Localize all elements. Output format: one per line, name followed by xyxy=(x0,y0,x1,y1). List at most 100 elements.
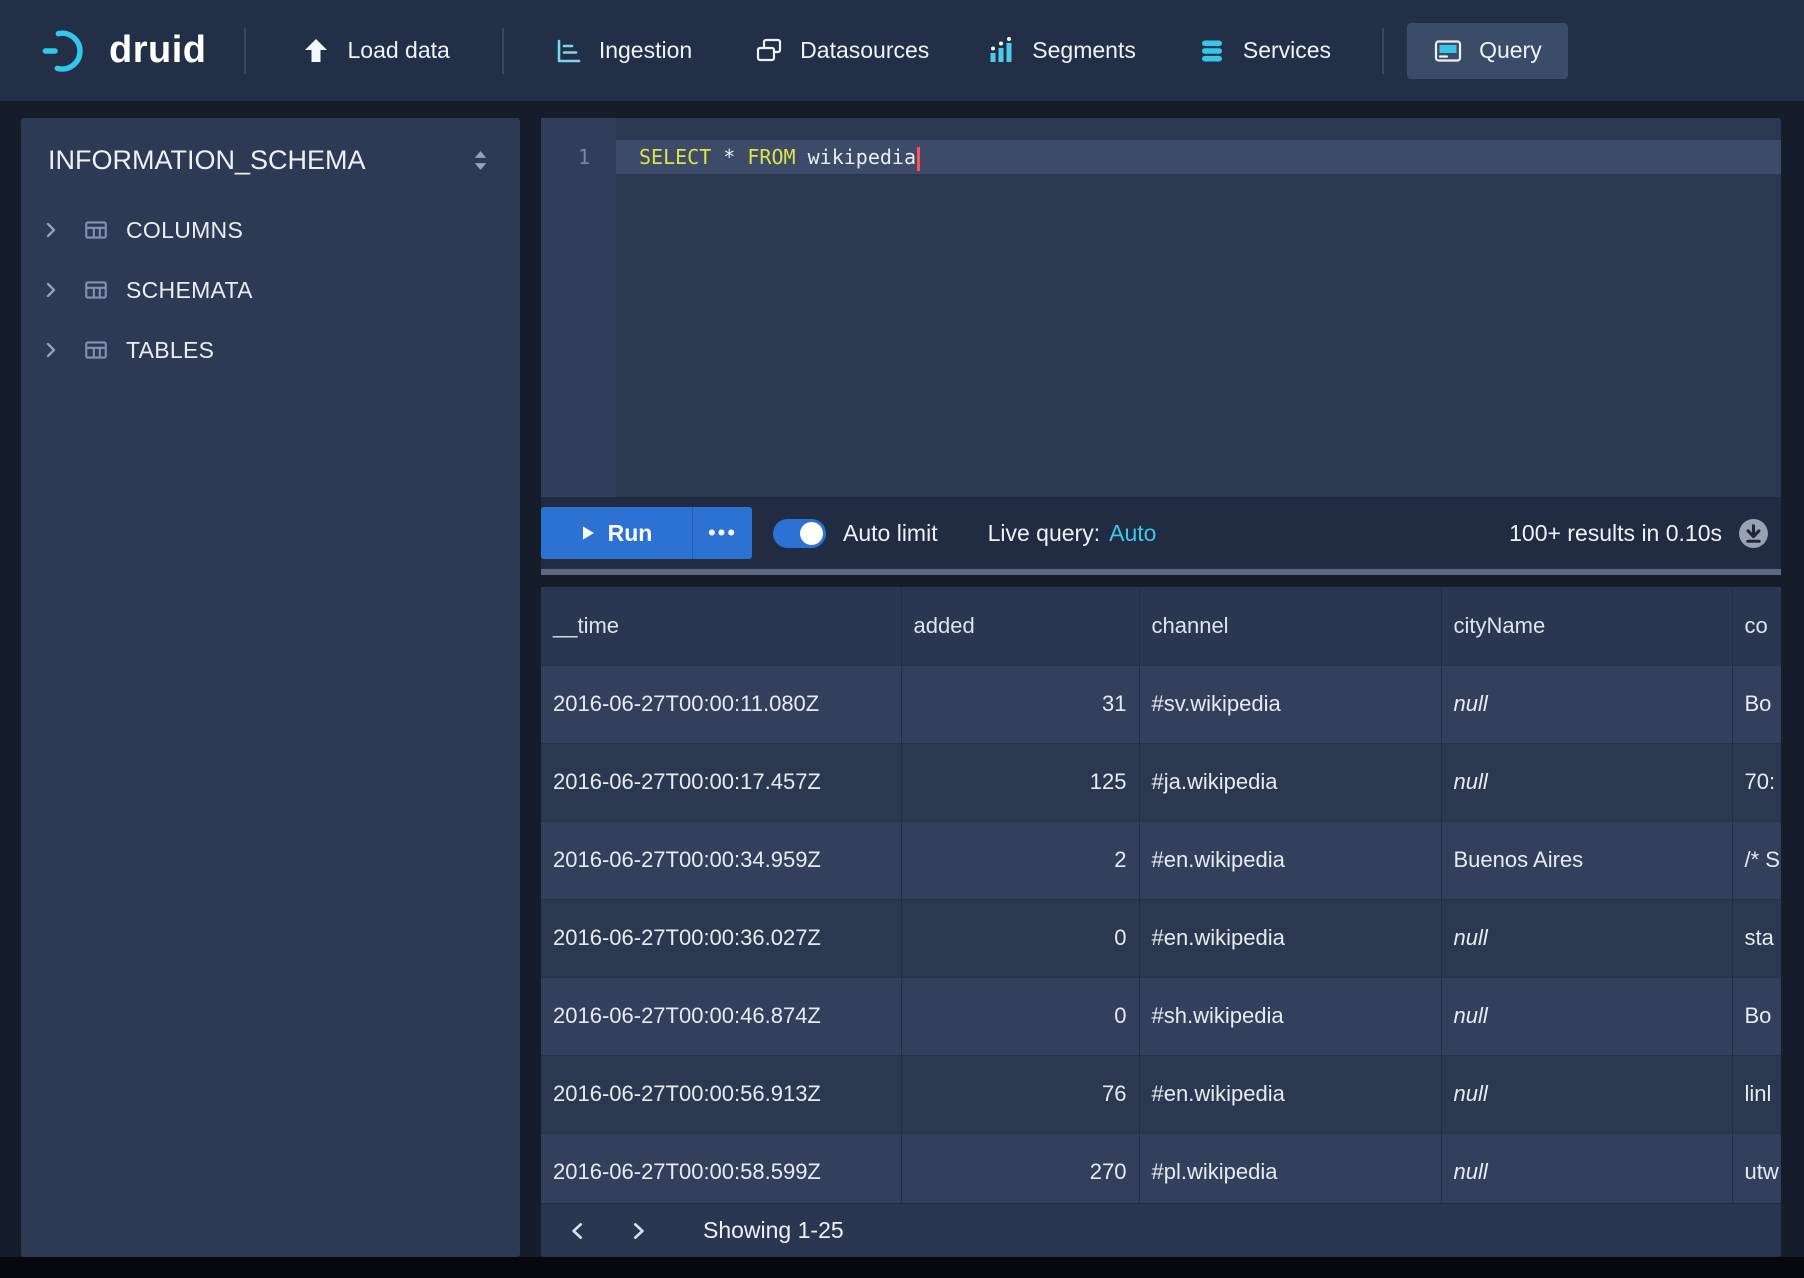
load-data-icon xyxy=(301,36,331,66)
run-label: Run xyxy=(608,520,653,547)
table-row[interactable]: 2016-06-27T00:00:46.874Z0#sh.wikipedianu… xyxy=(541,977,1781,1055)
table-cell: 0 xyxy=(901,899,1139,977)
schema-selector[interactable]: INFORMATION_SCHEMA xyxy=(21,118,520,200)
nav-item-segments[interactable]: Segments xyxy=(986,36,1136,66)
table-row[interactable]: 2016-06-27T00:00:11.080Z31#sv.wikipedian… xyxy=(541,665,1781,743)
results-table-body: 2016-06-27T00:00:11.080Z31#sv.wikipedian… xyxy=(541,665,1781,1203)
query-toolbar: Run ••• Auto limit Live query: Auto 100+ … xyxy=(541,497,1781,569)
sidebar-item-schemata[interactable]: SCHEMATA xyxy=(21,260,520,320)
table-cell: 0 xyxy=(901,977,1139,1055)
table-cell: sta xyxy=(1732,899,1781,977)
sidebar-item-tables[interactable]: TABLES xyxy=(21,320,520,380)
schema-tree: COLUMNS SCHEMATA xyxy=(21,200,520,380)
nav-item-label: Datasources xyxy=(800,37,929,64)
code-area[interactable]: SELECT * FROM wikipedia xyxy=(616,118,1781,497)
run-button[interactable]: Run xyxy=(541,507,692,559)
druid-logo[interactable]: druid xyxy=(41,25,206,77)
prev-page-button[interactable] xyxy=(563,1216,593,1246)
results-table: __timeaddedchannelcityNameco 2016-06-27T… xyxy=(541,587,1781,1203)
nav-item-services[interactable]: Services xyxy=(1197,36,1331,66)
sql-editor[interactable]: 1 SELECT * FROM wikipedia xyxy=(541,118,1781,497)
sidebar-item-label: COLUMNS xyxy=(126,217,243,244)
download-button[interactable] xyxy=(1738,518,1769,549)
sidebar-item-label: TABLES xyxy=(126,337,214,364)
text-cursor xyxy=(917,147,920,171)
more-options-button[interactable]: ••• xyxy=(692,507,752,559)
nav-item-load-data[interactable]: Load data xyxy=(301,36,449,66)
table-icon xyxy=(83,217,109,243)
schema-title: INFORMATION_SCHEMA xyxy=(48,145,366,176)
column-header-channel[interactable]: channel xyxy=(1139,587,1441,665)
table-cell: Bo xyxy=(1732,665,1781,743)
table-cell: null xyxy=(1441,743,1732,821)
showing-range: Showing 1-25 xyxy=(703,1217,844,1244)
table-cell: 2 xyxy=(901,821,1139,899)
content-area: INFORMATION_SCHEMA xyxy=(0,101,1804,1257)
column-header-added[interactable]: added xyxy=(901,587,1139,665)
results-info: 100+ results in 0.10s xyxy=(1509,518,1769,549)
results-header-row: __timeaddedchannelcityNameco xyxy=(541,587,1781,665)
nav-item-label: Query xyxy=(1479,37,1542,64)
table-row[interactable]: 2016-06-27T00:00:36.027Z0#en.wikipedianu… xyxy=(541,899,1781,977)
schema-sidebar: INFORMATION_SCHEMA xyxy=(21,118,520,1257)
next-page-button[interactable] xyxy=(623,1216,653,1246)
sort-icon xyxy=(469,149,492,172)
table-cell: 2016-06-27T00:00:11.080Z xyxy=(541,665,901,743)
table-cell: utw xyxy=(1732,1133,1781,1203)
live-query: Live query: Auto xyxy=(988,520,1157,547)
table-cell: Bo xyxy=(1732,977,1781,1055)
chevron-right-icon xyxy=(41,340,61,360)
sidebar-item-columns[interactable]: COLUMNS xyxy=(21,200,520,260)
nav-item-ingestion[interactable]: Ingestion xyxy=(553,36,692,66)
nav-item-datasources[interactable]: Datasources xyxy=(754,36,929,66)
table-cell: 2016-06-27T00:00:17.457Z xyxy=(541,743,901,821)
download-icon xyxy=(1738,518,1769,549)
nav-item-label: Ingestion xyxy=(599,37,692,64)
table-row[interactable]: 2016-06-27T00:00:56.913Z76#en.wikipedian… xyxy=(541,1055,1781,1133)
nav-item-query[interactable]: Query xyxy=(1407,23,1568,79)
table-cell: 2016-06-27T00:00:36.027Z xyxy=(541,899,901,977)
chevron-right-icon xyxy=(627,1220,649,1242)
pagination-bar: Showing 1-25 xyxy=(541,1203,1781,1257)
nav-item-label: Services xyxy=(1243,37,1331,64)
druid-logo-icon xyxy=(41,25,93,77)
auto-limit-toggle[interactable] xyxy=(773,519,826,548)
table-row[interactable]: 2016-06-27T00:00:34.959Z2#en.wikipediaBu… xyxy=(541,821,1781,899)
results-summary: 100+ results in 0.10s xyxy=(1509,520,1722,547)
play-icon xyxy=(581,525,595,541)
results-scroll-area[interactable]: __timeaddedchannelcityNameco 2016-06-27T… xyxy=(541,587,1781,1203)
column-header-co[interactable]: co xyxy=(1732,587,1781,665)
query-icon xyxy=(1433,36,1463,66)
code-line: SELECT * FROM wikipedia xyxy=(616,140,1781,174)
line-number: 1 xyxy=(541,140,590,174)
sql-star: * xyxy=(723,145,735,169)
sql-keyword: SELECT xyxy=(639,145,711,169)
services-icon xyxy=(1197,36,1227,66)
table-cell: 76 xyxy=(901,1055,1139,1133)
sidebar-item-label: SCHEMATA xyxy=(126,277,253,304)
bottom-strip xyxy=(0,1257,1804,1278)
table-cell: #en.wikipedia xyxy=(1139,1055,1441,1133)
nav-item-label: Load data xyxy=(347,37,449,64)
column-header-cityName[interactable]: cityName xyxy=(1441,587,1732,665)
table-cell: 2016-06-27T00:00:56.913Z xyxy=(541,1055,901,1133)
table-row[interactable]: 2016-06-27T00:00:17.457Z125#ja.wikipedia… xyxy=(541,743,1781,821)
table-row[interactable]: 2016-06-27T00:00:58.599Z270#pl.wikipedia… xyxy=(541,1133,1781,1203)
table-cell: #en.wikipedia xyxy=(1139,821,1441,899)
table-cell: /* S xyxy=(1732,821,1781,899)
live-query-value[interactable]: Auto xyxy=(1109,520,1156,546)
sql-keyword: FROM xyxy=(747,145,795,169)
table-cell: 70: xyxy=(1732,743,1781,821)
toggle-knob xyxy=(800,522,823,545)
column-header-__time[interactable]: __time xyxy=(541,587,901,665)
live-query-label: Live query: xyxy=(988,520,1101,546)
table-cell: 2016-06-27T00:00:34.959Z xyxy=(541,821,901,899)
auto-limit-label: Auto limit xyxy=(843,520,938,547)
table-cell: null xyxy=(1441,1055,1732,1133)
nav-divider-1 xyxy=(244,28,246,74)
chevron-right-icon xyxy=(41,280,61,300)
table-cell: 125 xyxy=(901,743,1139,821)
table-cell: null xyxy=(1441,1133,1732,1203)
table-cell: Buenos Aires xyxy=(1441,821,1732,899)
logo-text: druid xyxy=(109,29,206,72)
